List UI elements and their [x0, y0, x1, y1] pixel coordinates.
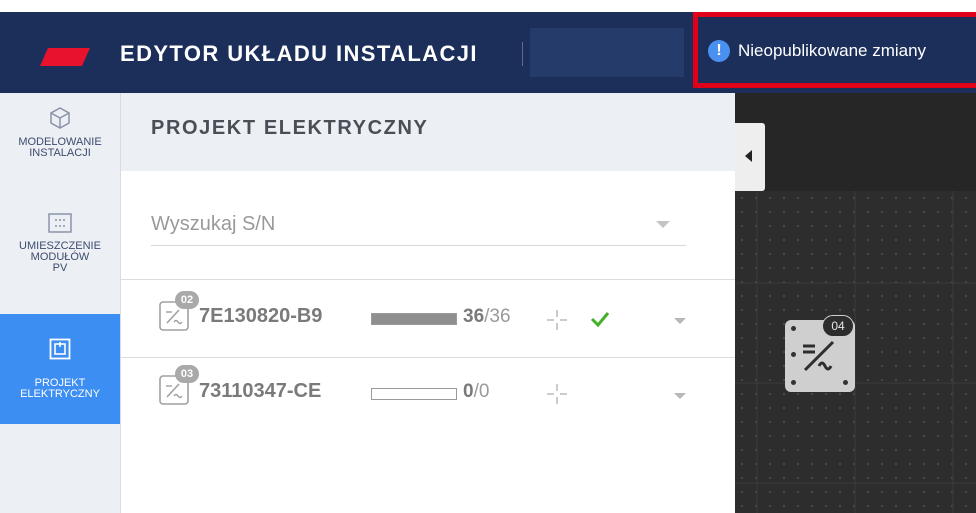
nav-item-projekt-elektryczny[interactable]: PROJEKT ELEKTRYCZNY	[0, 314, 120, 424]
inverter-row[interactable]: 02 7E130820-B9 36/36	[121, 281, 735, 357]
crosshair-icon[interactable]	[546, 383, 568, 405]
nav-item-label: PROJEKT ELEKTRYCZNY	[20, 377, 100, 400]
top-strip	[0, 0, 976, 12]
panel-title: PROJEKT ELEKTRYCZNY	[151, 117, 429, 139]
connector-dot	[843, 380, 848, 385]
connector-dot	[791, 380, 796, 385]
nav-item-umieszczenie[interactable]: UMIESZCZENIE MODUŁÓW PV	[0, 213, 120, 308]
divider	[121, 279, 735, 280]
chevron-down-icon[interactable]	[656, 221, 670, 228]
nav-item-label: MODELOWANIE INSTALACJI	[18, 136, 102, 159]
exclamation-icon: !	[708, 40, 730, 62]
chevron-left-icon	[745, 150, 752, 162]
panel-header: PROJEKT ELEKTRYCZNY	[121, 93, 735, 171]
nav-item-label: UMIESZCZENIE MODUŁÓW PV	[19, 240, 101, 274]
app-title: EDYTOR UKŁADU INSTALACJI	[120, 41, 478, 66]
left-nav-rail: MODELOWANIE INSTALACJI UMIESZCZENIE MODU…	[0, 93, 120, 513]
connector-dot	[791, 352, 796, 357]
electric-project-panel: PROJEKT ELEKTRYCZNY 02 7E130820-B9 36/36	[120, 93, 735, 513]
collapse-panel-button[interactable]	[735, 123, 765, 191]
inverter-number-badge: 03	[175, 365, 199, 383]
check-icon	[590, 312, 610, 328]
nav-item-modelowanie[interactable]: MODELOWANIE INSTALACJI	[0, 107, 120, 192]
inverter-serial: 7E130820-B9	[199, 305, 323, 327]
modules-progress-bar	[371, 388, 457, 400]
project-name-field[interactable]	[530, 28, 684, 77]
serial-search[interactable]	[151, 205, 686, 246]
logo-icon	[40, 48, 90, 66]
connector-dot	[791, 326, 796, 331]
chevron-down-icon[interactable]	[674, 393, 686, 399]
cube-icon	[50, 107, 70, 129]
inverter-row[interactable]: 03 73110347-CE 0/0	[121, 359, 735, 435]
app-header: EDYTOR UKŁADU INSTALACJI ! Nieopublikowa…	[0, 12, 976, 93]
inverter-icon	[803, 340, 835, 372]
divider	[121, 357, 735, 358]
chevron-down-icon[interactable]	[674, 318, 686, 324]
unpublished-changes-label: Nieopublikowane zmiany	[738, 41, 927, 60]
search-input[interactable]	[151, 205, 651, 243]
modules-count: 36/36	[463, 306, 511, 327]
inverter-serial: 73110347-CE	[199, 380, 322, 402]
electric-project-icon	[49, 338, 71, 360]
unpublished-changes-indicator[interactable]: ! Nieopublikowane zmiany	[693, 12, 976, 88]
modules-progress-bar	[371, 313, 457, 325]
canvas-grid	[735, 191, 976, 513]
title-separator	[522, 42, 523, 66]
inverter-number-badge: 02	[175, 291, 199, 309]
crosshair-icon[interactable]	[546, 309, 568, 331]
modules-count: 0/0	[463, 381, 490, 402]
node-number-badge: 04	[822, 315, 854, 337]
layout-canvas[interactable]: 04	[735, 93, 976, 513]
panel-grid-icon	[48, 213, 72, 233]
progress-fill	[372, 314, 456, 324]
